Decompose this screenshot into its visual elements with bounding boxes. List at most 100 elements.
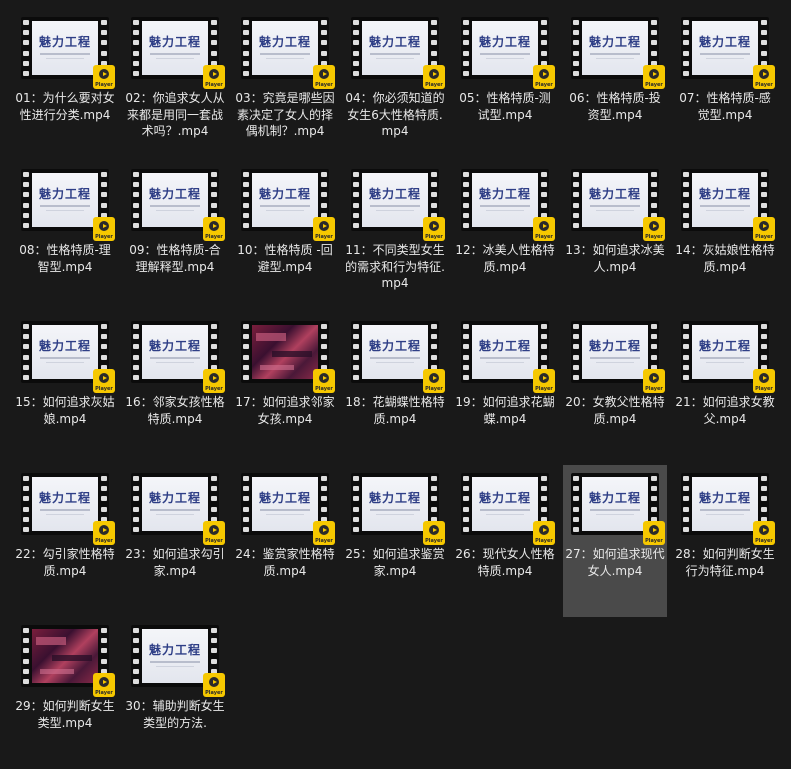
film-hole <box>23 20 29 25</box>
thumbnail-subtitle-line <box>596 362 634 363</box>
film-hole <box>243 202 249 208</box>
player-badge: Player <box>203 65 225 89</box>
thumbnail-brand-text: 魅力工程 <box>38 491 91 505</box>
film-hole <box>353 374 359 380</box>
film-hole <box>431 20 437 25</box>
film-hole <box>463 506 469 512</box>
film-hole <box>133 668 139 674</box>
film-hole <box>651 506 657 512</box>
file-item[interactable]: 魅力工程 Player 14：灰姑娘性格特质.mp4 <box>673 161 777 313</box>
film-hole <box>133 476 139 481</box>
file-item[interactable]: 魅力工程 Player 05：性格特质-测试型.mp4 <box>453 9 557 161</box>
film-hole <box>211 50 217 56</box>
file-item[interactable]: 魅力工程 Player 23：如何追求勾引家.mp4 <box>123 465 227 617</box>
film-hole <box>463 212 469 218</box>
film-hole <box>133 374 139 380</box>
film-perforation <box>463 172 469 228</box>
film-hole <box>243 506 249 512</box>
thumbnail-brand-text: 魅力工程 <box>588 187 641 201</box>
film-hole <box>353 506 359 512</box>
file-item[interactable]: 魅力工程 Player 26：现代女人性格特质.mp4 <box>453 465 557 617</box>
film-perforation <box>573 172 579 228</box>
film-hole <box>133 50 139 56</box>
file-item[interactable]: 魅力工程 Player 18：花蝴蝶性格特质.mp4 <box>343 313 447 465</box>
player-badge-label: Player <box>425 82 443 88</box>
play-icon <box>99 677 109 687</box>
film-hole <box>321 172 327 177</box>
file-item[interactable]: 魅力工程 Player 16：邻家女孩性格特质.mp4 <box>123 313 227 465</box>
thumbnail-subtitle-line <box>266 210 304 211</box>
film-perforation <box>573 476 579 532</box>
play-icon <box>99 373 109 383</box>
thumbnail-subtitle-line <box>706 362 744 363</box>
film-hole <box>651 40 657 46</box>
file-item[interactable]: 魅力工程 Player 08：性格特质-理智型.mp4 <box>13 161 117 313</box>
player-badge: Player <box>93 217 115 241</box>
file-item[interactable]: 魅力工程 Player 15：如何追求灰姑娘.mp4 <box>13 313 117 465</box>
thumbnail-brand-text: 魅力工程 <box>588 35 641 49</box>
film-hole <box>243 212 249 218</box>
file-item[interactable]: 魅力工程 Player 22：勾引家性格特质.mp4 <box>13 465 117 617</box>
film-hole <box>541 20 547 25</box>
file-item[interactable]: 魅力工程 Player 21：如何追求女教父.mp4 <box>673 313 777 465</box>
player-badge-label: Player <box>645 234 663 240</box>
film-hole <box>101 202 107 208</box>
video-thumbnail: 魅力工程 Player <box>351 317 445 393</box>
film-hole <box>23 638 29 644</box>
film-hole <box>353 324 359 329</box>
film-hole <box>321 496 327 502</box>
file-item[interactable]: Player 17：如何追求邻家女孩.mp4 <box>233 313 337 465</box>
film-hole <box>573 50 579 56</box>
file-item[interactable]: 魅力工程 Player 25：如何追求鉴赏家.mp4 <box>343 465 447 617</box>
file-item[interactable]: 魅力工程 Player 09：性格特质-合理解释型.mp4 <box>123 161 227 313</box>
film-hole <box>23 678 29 684</box>
film-hole <box>133 70 139 76</box>
thumbnail-subtitle-line <box>40 205 90 207</box>
film-hole <box>101 334 107 340</box>
file-item[interactable]: 魅力工程 Player 13：如何追求冰美人.mp4 <box>563 161 667 313</box>
file-item[interactable]: 魅力工程 Player 02：你追求女人从来都是用同一套战术吗？.mp4 <box>123 9 227 161</box>
file-item[interactable]: 魅力工程 Player 01：为什么要对女性进行分类.mp4 <box>13 9 117 161</box>
file-item[interactable]: 魅力工程 Player 03：究竟是哪些因素决定了女人的择偶机制？.mp4 <box>233 9 337 161</box>
file-item[interactable]: 魅力工程 Player 28：如何判断女生行为特征.mp4 <box>673 465 777 617</box>
file-item[interactable]: 魅力工程 Player 04：你必须知道的女生6大性格特质.mp4 <box>343 9 447 161</box>
file-item[interactable]: 魅力工程 Player 27：如何追求现代女人.mp4 <box>563 465 667 617</box>
film-hole <box>761 476 767 481</box>
film-hole <box>133 506 139 512</box>
film-hole <box>683 182 689 188</box>
thumbnail-subtitle-line <box>260 205 310 207</box>
file-item[interactable]: 魅力工程 Player 24：鉴赏家性格特质.mp4 <box>233 465 337 617</box>
file-item[interactable]: 魅力工程 Player 12：冰美人性格特质.mp4 <box>453 161 557 313</box>
file-item[interactable]: 魅力工程 Player 30：辅助判断女生类型的方法. <box>123 617 227 769</box>
film-hole <box>243 50 249 56</box>
film-perforation <box>353 20 359 76</box>
thumbnail-subtitle-line <box>480 357 530 359</box>
file-item[interactable]: Player 29：如何判断女生类型.mp4 <box>13 617 117 769</box>
player-badge-label: Player <box>205 82 223 88</box>
file-item[interactable]: 魅力工程 Player 06：性格特质-投资型.mp4 <box>563 9 667 161</box>
film-hole <box>573 202 579 208</box>
film-hole <box>243 496 249 502</box>
film-hole <box>133 192 139 198</box>
film-hole <box>541 324 547 329</box>
film-hole <box>463 60 469 66</box>
film-hole <box>23 172 29 177</box>
film-hole <box>133 182 139 188</box>
film-hole <box>211 354 217 360</box>
film-hole <box>211 182 217 188</box>
film-hole <box>353 516 359 522</box>
player-badge-label: Player <box>535 386 553 392</box>
file-item[interactable]: 魅力工程 Player 10：性格特质 -回避型.mp4 <box>233 161 337 313</box>
player-badge-label: Player <box>425 234 443 240</box>
file-item[interactable]: 魅力工程 Player 07：性格特质-感觉型.mp4 <box>673 9 777 161</box>
thumbnail-frame: 魅力工程 <box>142 173 208 227</box>
file-item[interactable]: 魅力工程 Player 19：如何追求花蝴蝶.mp4 <box>453 313 557 465</box>
film-hole <box>23 648 29 654</box>
player-badge: Player <box>93 673 115 697</box>
film-hole <box>463 516 469 522</box>
file-item[interactable]: 魅力工程 Player 20：女教父性格特质.mp4 <box>563 313 667 465</box>
player-badge: Player <box>643 217 665 241</box>
film-hole <box>23 324 29 329</box>
film-hole <box>243 192 249 198</box>
file-item[interactable]: 魅力工程 Player 11：不同类型女生的需求和行为特征.mp4 <box>343 161 447 313</box>
